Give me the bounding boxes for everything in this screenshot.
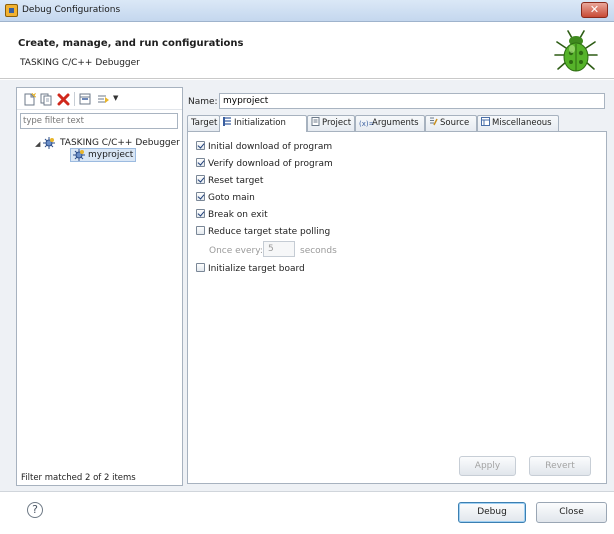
tree-item-debugger[interactable]: TASKING C/C++ Debugger: [60, 138, 180, 148]
option-reset-target[interactable]: Reset target: [196, 175, 263, 186]
name-label: Name:: [188, 97, 218, 107]
configuration-icon: [73, 149, 85, 161]
debug-button[interactable]: Debug: [458, 502, 526, 523]
configuration-list-pane: ▼ ◢ TASKING C/C++ Debugger myproject Fil…: [16, 87, 183, 486]
collapse-all-icon[interactable]: [79, 93, 92, 106]
tab-source-label: Source: [440, 118, 470, 128]
revert-button[interactable]: Revert: [529, 456, 591, 476]
app-icon: [5, 4, 18, 17]
option-initialize-board[interactable]: Initialize target board: [196, 263, 305, 274]
checkbox-checked-icon[interactable]: [196, 141, 205, 150]
filter-status-text: Filter matched 2 of 2 items: [21, 473, 136, 483]
name-input[interactable]: [219, 93, 605, 109]
project-icon: [311, 117, 320, 126]
option-label: Initial download of program: [208, 142, 333, 152]
miscellaneous-icon: [481, 117, 490, 126]
tab-project[interactable]: Project: [307, 115, 355, 131]
filter-input[interactable]: [20, 113, 178, 129]
tab-miscellaneous[interactable]: Miscellaneous: [477, 115, 559, 131]
tab-miscellaneous-label: Miscellaneous: [492, 118, 552, 128]
checkbox-checked-icon[interactable]: [196, 175, 205, 184]
bug-icon: [554, 30, 598, 72]
initialization-panel: Initial download of program Verify downl…: [187, 131, 607, 484]
delete-icon[interactable]: [57, 93, 70, 106]
tab-initialization[interactable]: Initialization: [219, 115, 307, 132]
option-goto-main[interactable]: Goto main: [196, 192, 255, 203]
polling-interval-input[interactable]: [263, 241, 295, 257]
option-verify-download[interactable]: Verify download of program: [196, 158, 333, 169]
header-title: Create, manage, and run configurations: [18, 38, 244, 49]
option-label: Reset target: [208, 176, 264, 186]
window-title: Debug Configurations: [22, 5, 121, 15]
left-toolbar: ▼: [17, 88, 182, 110]
option-label: Goto main: [208, 193, 255, 203]
tab-bar: Target Initialization Project (x)=Argume…: [187, 115, 607, 132]
option-label: Break on exit: [208, 210, 268, 220]
toolbar-separator: [74, 92, 75, 106]
checkbox-unchecked-icon[interactable]: [196, 226, 205, 235]
tab-target-label: Target: [191, 118, 218, 128]
checkbox-unchecked-icon[interactable]: [196, 263, 205, 272]
help-icon[interactable]: ?: [27, 502, 43, 518]
close-button[interactable]: Close: [536, 502, 607, 523]
option-label: Initialize target board: [208, 264, 305, 274]
option-label: Reduce target state polling: [208, 227, 331, 237]
option-initial-download[interactable]: Initial download of program: [196, 141, 332, 152]
tree-item-myproject[interactable]: myproject: [88, 150, 133, 160]
tree-expand-arrow-icon[interactable]: ◢: [35, 140, 40, 148]
window-close-button[interactable]: ✕: [581, 2, 608, 18]
arguments-icon: (x)=: [359, 120, 375, 128]
duplicate-icon[interactable]: [40, 93, 53, 106]
filter-icon[interactable]: [97, 93, 110, 106]
checkbox-checked-icon[interactable]: [196, 158, 205, 167]
dialog-header: Create, manage, and run configurations T…: [0, 22, 614, 79]
title-bar: Debug Configurations ✕: [0, 0, 614, 22]
polling-interval-label: Once every:: [209, 246, 263, 256]
debugger-type-icon: [43, 137, 55, 149]
checkbox-checked-icon[interactable]: [196, 209, 205, 218]
tab-target[interactable]: Target: [187, 115, 220, 131]
header-subtitle: TASKING C/C++ Debugger: [20, 58, 140, 68]
new-configuration-icon[interactable]: [23, 93, 36, 106]
dropdown-arrow-icon[interactable]: ▼: [113, 94, 118, 102]
tab-initialization-label: Initialization: [234, 118, 286, 128]
dialog-footer: ? Debug Close: [0, 491, 614, 534]
tab-source[interactable]: Source: [425, 115, 477, 131]
tab-arguments[interactable]: (x)=Arguments: [355, 115, 425, 131]
checkbox-checked-icon[interactable]: [196, 192, 205, 201]
polling-unit-label: seconds: [300, 246, 337, 256]
tab-project-label: Project: [322, 118, 352, 128]
option-break-on-exit[interactable]: Break on exit: [196, 209, 268, 220]
tab-arguments-label: Arguments: [372, 118, 419, 128]
apply-button[interactable]: Apply: [459, 456, 516, 476]
initialization-icon: [223, 117, 231, 126]
option-label: Verify download of program: [208, 159, 333, 169]
option-reduce-polling[interactable]: Reduce target state polling: [196, 226, 330, 237]
source-icon: [430, 117, 438, 126]
